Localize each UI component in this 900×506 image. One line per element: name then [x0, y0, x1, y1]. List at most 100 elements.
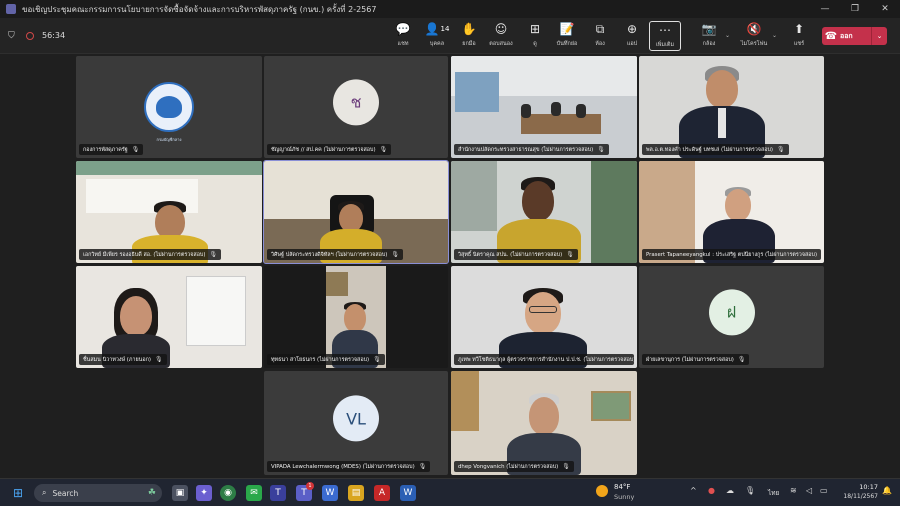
webex-icon[interactable]: W — [322, 485, 338, 501]
participant-name: เอกวิทย์ มีเพียร รองอธิบดี สอ. (ไม่ผ่านก… — [79, 249, 222, 260]
recording-icon — [26, 32, 34, 40]
minimize-button[interactable]: — — [810, 0, 840, 18]
shield-icon: ⛉ — [8, 31, 15, 41]
camera-chevron-icon[interactable]: ⌄ — [725, 32, 730, 39]
mic-muted-icon: 🎙 — [777, 146, 785, 153]
participant-name: VIPADA Lewchalermwong (MDES) (ไม่ผ่านการ… — [267, 461, 431, 472]
windows-taskbar: ⊞ ⌕ Search ☘ ▣ ✦ ◉ ✉ T T 1 W ▤ A W 84°F … — [0, 478, 900, 506]
participant-name: ชัญญาณ์ภัช // สป.คค (ไม่ผ่านการตรวจสอบ) 🎙 — [267, 144, 392, 155]
teams-app-icon — [6, 4, 16, 14]
camera-button[interactable]: 📷 กล้อง — [692, 21, 726, 51]
title-bar: ขอเชิญประชุมคณะกรรมการนโยบายการจัดซื้อจั… — [0, 0, 900, 18]
task-view-icon[interactable]: ▣ — [172, 485, 188, 501]
camera-off-icon: 📷 — [701, 22, 717, 36]
mic-muted-tray-icon[interactable]: 🎙 — [745, 486, 755, 495]
participant-tile[interactable]: สำนักงานปลัดกระทรวงสาธารณสุข (ไม่ผ่านการ… — [451, 56, 637, 158]
mic-muted-icon: 🎙 — [131, 146, 140, 153]
windows-start-icon[interactable]: ⊞ — [10, 485, 26, 501]
participant-name: dhep Vongvanich (ไม่ผ่านการตรวจสอบ) 🎙 — [454, 461, 574, 472]
participant-tile[interactable]: dhep Vongvanich (ไม่ผ่านการตรวจสอบ) 🎙 — [451, 371, 637, 475]
teams-meeting-icon[interactable]: ● — [708, 486, 715, 495]
add-app-icon: ⊕ — [626, 22, 638, 36]
chat-button[interactable]: 💬 แชท — [386, 21, 420, 51]
participant-tile[interactable]: วิสุทธิ์ นิตราคุณ สปน. (ไม่ผ่านการตรวจสอ… — [451, 161, 637, 263]
weather-desc: Sunny — [614, 493, 635, 501]
participant-tile[interactable]: ฝ ฝ่ายเลขานุการ (ไม่ผ่านการตรวจสอบ) 🎙 — [639, 266, 824, 368]
participant-name: ชื่นสมน นิวาทวงษ์ (ภายนอก) 🎙 — [79, 354, 167, 365]
teams-old-icon[interactable]: T — [270, 485, 286, 501]
participant-count: 14 — [440, 24, 450, 33]
word-icon[interactable]: W — [400, 485, 416, 501]
raise-hand-button[interactable]: ✋ ยกมือ — [452, 21, 486, 51]
close-window-button[interactable]: ✕ — [870, 0, 900, 18]
mic-muted-icon: 🎙 — [737, 356, 746, 363]
sun-icon — [596, 485, 608, 497]
phone-hangup-icon: ☎ — [824, 30, 838, 42]
rooms-button[interactable]: ⧉ ห้อง — [583, 21, 617, 51]
rooms-icon: ⧉ — [595, 22, 605, 36]
participant-tile[interactable]: ช ชัญญาณ์ภัช // สป.คค (ไม่ผ่านการตรวจสอบ… — [264, 56, 448, 158]
notes-icon: 📝 — [559, 22, 575, 36]
avatar: VL — [333, 395, 379, 442]
more-icon: ⋯ — [659, 23, 671, 37]
avatar: ช — [333, 79, 379, 126]
chrome-icon[interactable]: ◉ — [220, 485, 236, 501]
participant-tile[interactable]: พล.อ.ต.ทองคำ ประดิษฐ์ บทชเล่ (ไม่ผ่านการ… — [639, 56, 824, 158]
leave-chevron-icon[interactable]: ⌄ — [871, 27, 887, 45]
language-indicator[interactable]: ไทย — [768, 488, 779, 498]
wifi-icon[interactable]: ≋ — [790, 486, 797, 495]
participant-tile[interactable]: ชื่นสมน นิวาทวงษ์ (ภายนอก) 🎙 — [76, 266, 262, 368]
microphone-button[interactable]: 🔇 ไมโครโฟน — [737, 21, 771, 51]
window-title: ขอเชิญประชุมคณะกรรมการนโยบายการจัดซื้อจั… — [22, 4, 377, 14]
react-button[interactable]: ☺ ตอบสนอง — [484, 21, 518, 51]
mic-muted-icon: 🎙 — [562, 463, 570, 470]
video-stage: กรมบัญชีกลาง กองการพัสดุภาครัฐ 🎙 ช ชัญญาณ… — [0, 55, 900, 478]
participant-name: Prasert Tapaneeyangkul : ประเสริฐ ตปนียา… — [642, 249, 821, 260]
participant-tile[interactable]: Prasert Tapaneeyangkul : ประเสริฐ ตปนียา… — [639, 161, 824, 263]
copilot-icon[interactable]: ✦ — [196, 485, 212, 501]
participant-tile[interactable]: ทุทธนา สาโยธนกร (ไม่ผ่านการตรวจสอบ) 🎙 — [264, 266, 448, 368]
search-icon: ⌕ — [42, 488, 47, 497]
participant-name: ฝ่ายเลขานุการ (ไม่ผ่านการตรวจสอบ) 🎙 — [642, 354, 750, 365]
taskbar-search[interactable]: ⌕ Search ☘ — [34, 484, 162, 502]
chevron-up-icon[interactable]: ^ — [690, 486, 697, 495]
more-button[interactable]: ⋯ เพิ่มเติม — [649, 21, 681, 51]
people-button[interactable]: 👤 14 บุคคล — [420, 21, 454, 51]
speaker-icon[interactable]: ◁ — [806, 486, 812, 495]
chat-icon: 💬 — [395, 22, 411, 36]
mic-chevron-icon[interactable]: ⌄ — [772, 32, 777, 39]
participant-name: วิสุทธิ์ นิตราคุณ สปน. (ไม่ผ่านการตรวจสอ… — [454, 249, 578, 260]
mic-muted-icon: 🔇 — [746, 22, 762, 36]
view-button[interactable]: ⊞ ดู — [518, 21, 552, 51]
network-icon[interactable]: ☁ — [726, 486, 734, 495]
participant-tile[interactable]: เอกวิทย์ มีเพียร รองอธิบดี สอ. (ไม่ผ่านก… — [76, 161, 262, 263]
participant-tile[interactable]: VL VIPADA Lewchalermwong (MDES) (ไม่ผ่าน… — [264, 371, 448, 475]
participant-tile[interactable]: ภูเทพ ทวีโชติธนากุล ผู้ตรวจราชการสำนักงา… — [451, 266, 637, 368]
battery-icon[interactable]: ▭ — [820, 486, 828, 495]
notes-button[interactable]: 📝 บันทึกย่อ — [550, 21, 584, 51]
weather-temp[interactable]: 84°F — [614, 483, 630, 491]
maximize-button[interactable]: ❐ — [840, 0, 870, 18]
participant-name: พล.อ.ต.ทองคำ ประดิษฐ์ บทชเล่ (ไม่ผ่านการ… — [642, 144, 789, 155]
apps-button[interactable]: ⊕ แอป — [615, 21, 649, 51]
garuda-emblem-icon — [156, 96, 182, 118]
participant-tile[interactable]: กรมบัญชีกลาง กองการพัสดุภาครัฐ 🎙 — [76, 56, 262, 158]
share-button[interactable]: ⬆ แชร์ — [782, 21, 816, 51]
clock-date[interactable]: 18/11/2567 — [832, 493, 878, 500]
participant-tile-speaking[interactable]: วิศิษฐ์ ปลัดกระทรวงดิจิทัลฯ (ไม่ผ่านการต… — [263, 160, 449, 264]
mic-muted-icon: 🎙 — [391, 251, 400, 258]
acrobat-icon[interactable]: A — [374, 485, 390, 501]
file-explorer-icon[interactable]: ▤ — [348, 485, 364, 501]
mic-muted-icon: 🎙 — [373, 356, 381, 363]
avatar: ฝ — [708, 289, 755, 336]
clock-time[interactable]: 10:17 — [838, 483, 878, 491]
line-icon[interactable]: ✉ — [246, 485, 262, 501]
mic-muted-icon: 🎙 — [209, 251, 218, 258]
organization-logo — [144, 82, 194, 132]
mic-muted-icon: 🎙 — [418, 463, 427, 470]
search-highlight-icon: ☘ — [147, 488, 156, 498]
leave-button[interactable]: ☎ ออก ⌄ — [822, 27, 887, 45]
raise-hand-icon: ✋ — [461, 22, 477, 36]
participant-name: ภูเทพ ทวีโชติธนากุล ผู้ตรวจราชการสำนักงา… — [454, 354, 634, 365]
notification-bell-icon[interactable]: 🔔 — [882, 486, 892, 495]
